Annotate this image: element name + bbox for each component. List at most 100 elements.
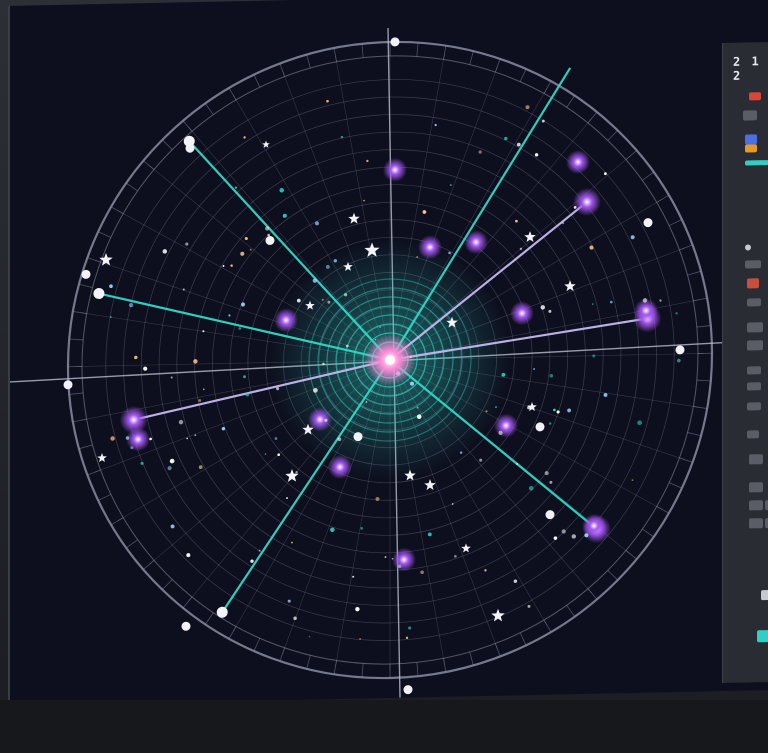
particle [243,375,246,379]
marker-dot [403,685,413,695]
panel-button[interactable] [747,322,763,333]
star-marker [97,453,107,463]
ring-tick [97,493,112,501]
particle [326,99,329,103]
particle [128,302,134,308]
particle [185,242,189,246]
particle [240,302,246,307]
star-marker [564,280,576,292]
particle [548,309,552,313]
ring-tick [469,50,474,65]
record-button[interactable] [747,278,759,289]
panel-button[interactable] [747,366,761,375]
ring-tick [416,662,419,677]
particle [360,526,364,530]
panel-button[interactable] [747,340,763,351]
panel-button[interactable] [747,382,761,391]
particle [549,422,552,425]
ring-tick [642,171,654,181]
particle [202,388,205,391]
ring-tick [72,418,87,423]
panel-button[interactable] [749,454,763,465]
particle [420,570,424,575]
slider-handle[interactable] [761,590,768,601]
polar-radar-display[interactable] [10,0,768,706]
panel-button[interactable] [747,402,761,411]
particle [561,529,566,534]
particle [170,376,173,379]
particle [408,626,412,630]
clock-readout: 2 1 2 [733,54,761,83]
particle [279,188,284,193]
ring-tick [228,87,237,101]
particle [170,524,175,529]
ring-tick [587,111,598,124]
particle [533,367,536,370]
particle [556,410,560,414]
ring-tick [204,612,214,625]
ring-tick [110,517,124,526]
particle [571,534,577,539]
particle [110,436,115,441]
ring-tick [519,68,527,82]
panel-button[interactable] [747,430,759,439]
ring-tick [687,432,702,437]
ring-tick [469,651,474,666]
ring-tick [162,139,173,150]
particle [244,236,248,241]
ring-tick [519,632,527,646]
target-node [566,150,590,175]
particle [630,235,635,240]
grid-button[interactable] [749,500,763,511]
particle [631,479,634,482]
particle [675,312,678,315]
ring-tick [679,457,693,463]
target-node [510,301,534,326]
particle [308,635,311,638]
ring-tick [143,560,155,570]
particle [519,247,523,251]
ring-tick [333,47,337,62]
particle [293,616,297,621]
particle [363,199,365,202]
particle [198,465,203,470]
ring-tick [279,647,286,662]
grid-button[interactable] [749,518,763,529]
panel-button[interactable] [745,260,761,269]
particle [384,556,387,559]
toggle-button[interactable] [743,110,757,121]
grid-button[interactable] [749,482,763,493]
ring-tick [494,643,501,657]
particle [186,437,189,440]
beam-endpoint [93,288,105,300]
ring-tick [279,63,286,77]
particle [222,265,225,267]
particle [198,399,202,402]
ring-tick [361,663,364,678]
ring-tick [143,160,155,170]
alert-indicator[interactable] [749,92,761,101]
ring-tick [625,550,637,560]
panel-button[interactable] [747,298,761,307]
particle [513,579,518,583]
beam-endpoint [216,606,228,618]
particle [451,503,454,505]
ring-tick [78,444,93,450]
particle [591,303,594,305]
particle [230,264,233,267]
particle [544,471,549,476]
ring-tick [693,297,708,302]
ring-tick [126,539,138,549]
particle [553,408,556,412]
ring-tick [696,379,711,382]
particle [449,184,452,186]
target-node [573,187,602,216]
particle [228,314,231,317]
particle [243,136,246,139]
confirm-button[interactable] [757,629,768,643]
ring-tick [696,325,711,328]
ring-tick [668,482,683,489]
particle [603,172,607,176]
particle [366,159,369,163]
ring-tick [625,150,637,160]
